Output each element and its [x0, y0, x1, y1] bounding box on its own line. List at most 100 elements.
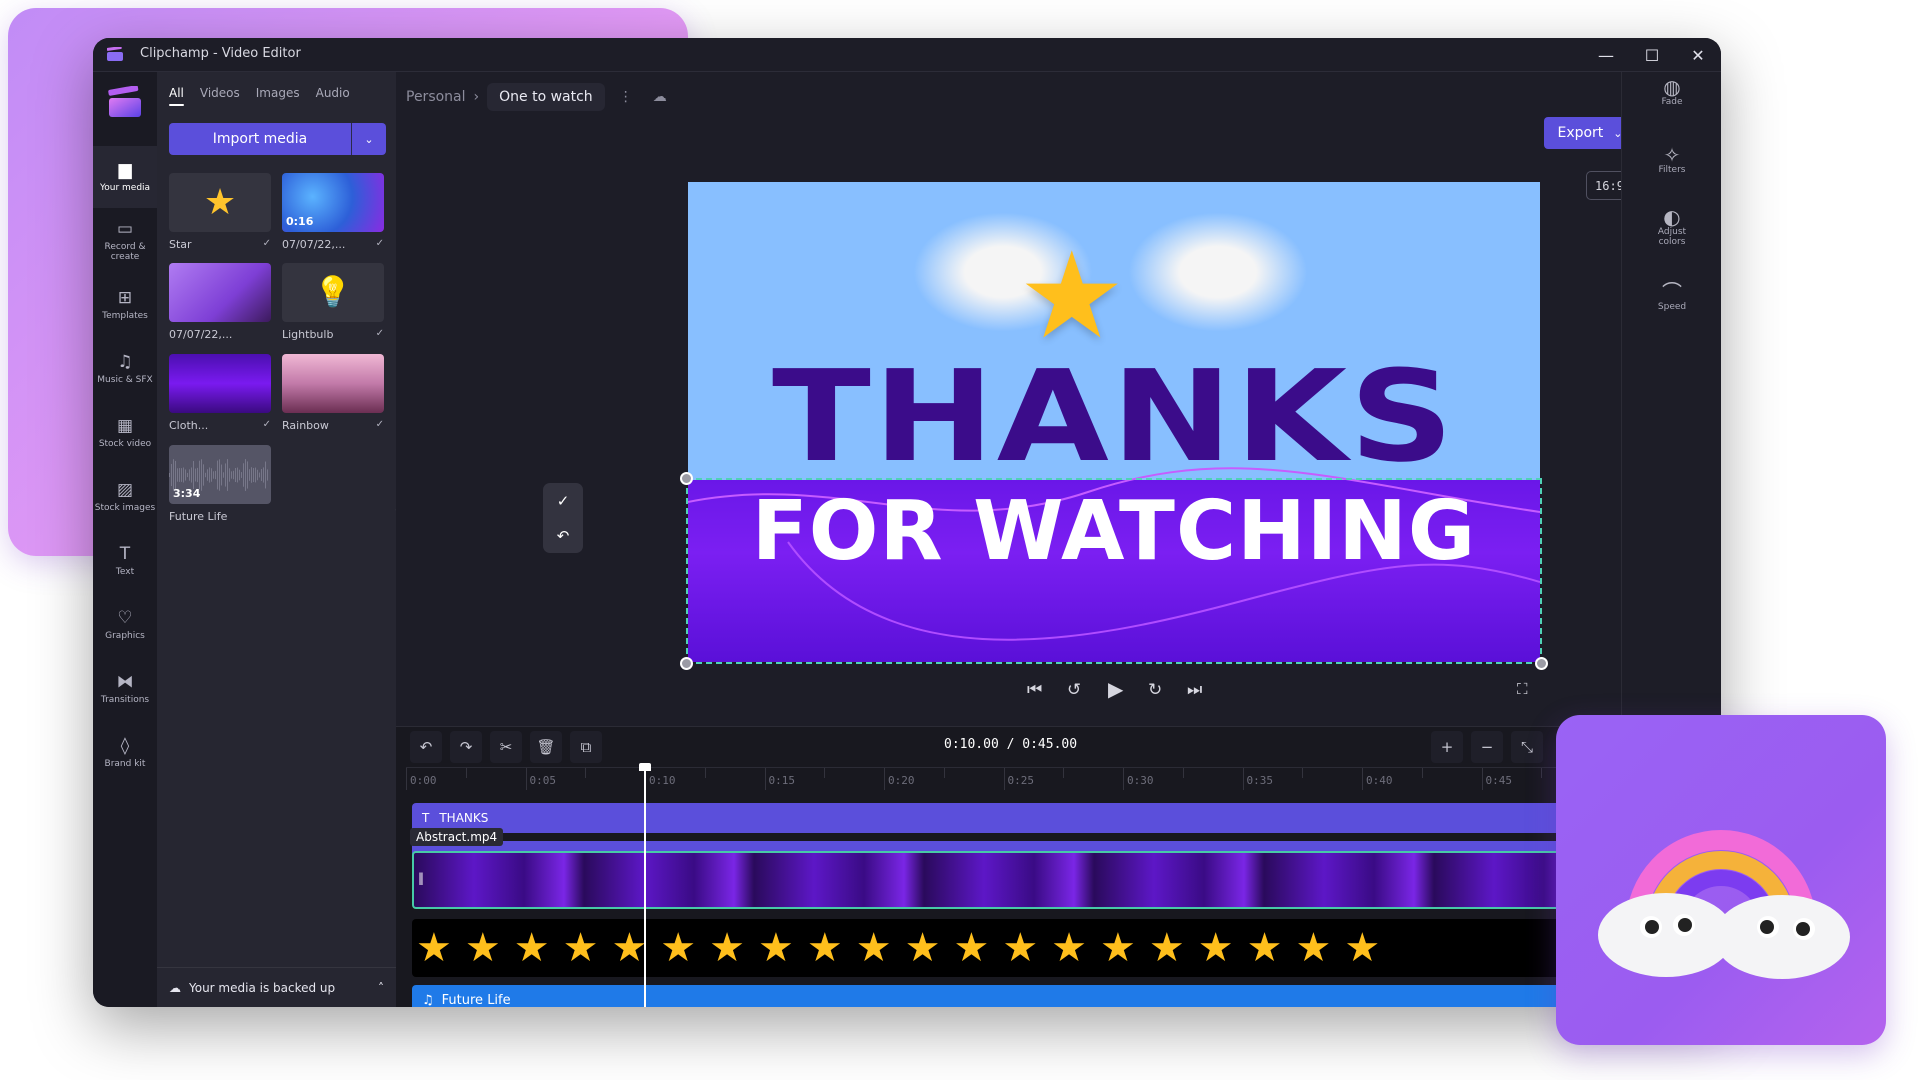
fade-icon: ◍: [1663, 75, 1681, 99]
star-frame: ★: [806, 925, 856, 971]
cloud-sync-icon[interactable]: ☁: [653, 89, 667, 105]
media-thumb-audio[interactable]: 3:34: [169, 445, 271, 504]
media-name: Star: [169, 238, 192, 251]
zoom-out-button[interactable]: −: [1471, 731, 1503, 763]
title-text-thanks[interactable]: THANKS: [688, 352, 1540, 482]
rail-item-label: Transitions: [100, 695, 150, 705]
media-thumb-lightbulb[interactable]: 💡: [282, 263, 384, 322]
timeline: ↶ ↷ ✂ 🗑 ⧉ 0:10.00 / 0:45.00 + − ⤡ 0:00 0:…: [396, 726, 1621, 1007]
redo-button[interactable]: ↷: [450, 731, 482, 763]
rail-item-record-create[interactable]: ▭ Record & create: [93, 210, 157, 272]
undo-button[interactable]: ↶: [410, 731, 442, 763]
undo-icon[interactable]: ↶: [557, 527, 570, 545]
waveform-bar: [209, 467, 210, 483]
property-fade[interactable]: ◍ Fade: [1622, 75, 1721, 107]
fit-timeline-button[interactable]: ⤡: [1511, 731, 1543, 763]
backup-status-bar[interactable]: ☁ Your media is backed up ˄: [157, 967, 396, 1007]
rail-item-graphics[interactable]: ♡ Graphics: [93, 594, 157, 656]
rewind-5-icon[interactable]: ↺: [1067, 680, 1081, 700]
timeline-ruler[interactable]: 0:00 0:05 0:10 0:15 0:20 0:25 0:30 0:35 0:40 0:45: [406, 767, 1621, 792]
star-sticker[interactable]: ★: [1018, 237, 1126, 357]
maximize-button[interactable]: ☐: [1629, 38, 1675, 72]
ruler-label: 0:10: [649, 774, 676, 787]
rail-item-transitions[interactable]: ⧓ Transitions: [93, 658, 157, 720]
media-thumb-star[interactable]: ★: [169, 173, 271, 232]
rail-item-your-media[interactable]: ▆ Your media: [93, 146, 157, 208]
video-preview-canvas[interactable]: THANKS ★ FOR WATCHING: [688, 182, 1540, 662]
media-thumb-video-2[interactable]: [169, 263, 271, 322]
breadcrumb-root[interactable]: Personal: [406, 89, 466, 105]
media-thumb-rainbow[interactable]: [282, 354, 384, 413]
camera-icon: ▭: [116, 219, 134, 239]
import-options-chevron-icon[interactable]: ⌄: [352, 123, 386, 155]
waveform-bar: [261, 469, 262, 481]
rail-item-templates[interactable]: ⊞ Templates: [93, 274, 157, 336]
video-track-abstract[interactable]: ‖: [412, 851, 1621, 909]
delete-button[interactable]: 🗑: [530, 731, 562, 763]
ruler-tick: [1123, 768, 1124, 790]
media-item-label: 07/07/22,...: [169, 328, 271, 341]
text-icon: T: [119, 544, 131, 564]
title-text-for-watching[interactable]: FOR WATCHING: [688, 482, 1540, 582]
chevron-up-icon[interactable]: ˄: [378, 981, 384, 995]
skip-to-start-icon[interactable]: ⏮: [1027, 680, 1042, 700]
check-icon[interactable]: ✓: [557, 492, 570, 510]
playhead[interactable]: [639, 763, 651, 1007]
star-frame: ★: [513, 925, 563, 971]
media-tabs: All Videos Images Audio: [169, 86, 350, 106]
rail-item-label: Your media: [99, 183, 151, 193]
breadcrumb-separator-icon: ›: [473, 89, 480, 105]
text-track-thanks[interactable]: T THANKS: [412, 803, 1621, 833]
tab-all[interactable]: All: [169, 86, 184, 106]
tab-videos[interactable]: Videos: [200, 86, 240, 106]
media-name: Cloth...: [169, 419, 209, 432]
skip-to-end-icon[interactable]: ⏭: [1187, 680, 1202, 700]
rail-item-stock-video[interactable]: ▦ Stock video: [93, 402, 157, 464]
close-button[interactable]: ✕: [1675, 38, 1721, 72]
timeline-toolbar: ↶ ↷ ✂ 🗑 ⧉ 0:10.00 / 0:45.00 + − ⤡: [396, 727, 1621, 763]
star-frame: ★: [1246, 925, 1296, 971]
fullscreen-icon[interactable]: ⛶: [1517, 680, 1528, 698]
tab-audio[interactable]: Audio: [316, 86, 350, 106]
audio-track-future-life[interactable]: ♫ Future Life: [412, 985, 1621, 1007]
rail-item-brand-kit[interactable]: ◊ Brand kit: [93, 722, 157, 784]
left-nav-rail: ▆ Your media ▭ Record & create ⊞ Templates ♫ Mu…: [93, 72, 157, 1007]
music-note-icon: ♫: [422, 992, 434, 1008]
more-options-icon[interactable]: ⋮: [619, 89, 633, 105]
property-adjust-colors[interactable]: ◐ Adjust colors: [1622, 207, 1721, 247]
app-logo-icon: [108, 86, 141, 117]
minimize-button[interactable]: —: [1583, 38, 1629, 72]
ruler-tick: [764, 768, 766, 790]
project-name-field[interactable]: One to watch: [487, 83, 605, 111]
waveform-bar: [263, 467, 264, 483]
title-bar: Clipchamp - Video Editor — ☐ ✕: [93, 38, 1721, 72]
waveform-bar: [265, 461, 266, 489]
ruler-label: 0:25: [1007, 774, 1035, 787]
rail-item-text[interactable]: T Text: [93, 530, 157, 592]
split-scissors-button[interactable]: ✂: [490, 731, 522, 763]
sticker-track-star[interactable]: ★★★★★★★★★★★★★★★★★★★★: [412, 919, 1621, 977]
star-frame: ★: [1002, 925, 1052, 971]
import-media-button[interactable]: Import media: [169, 123, 352, 155]
ruler-tick: [1003, 768, 1005, 790]
property-label: Speed: [1657, 302, 1687, 312]
media-thumb-video[interactable]: 0:16: [282, 173, 384, 232]
add-to-timeline-button[interactable]: ⧉: [570, 731, 602, 763]
play-icon[interactable]: ▶: [1108, 677, 1123, 701]
media-thumb-cloth[interactable]: [169, 354, 271, 413]
export-label: Export: [1557, 125, 1604, 141]
trim-handle-icon[interactable]: ‖: [418, 871, 424, 885]
property-speed[interactable]: ⌒ Speed: [1622, 282, 1721, 312]
waveform-bar: [211, 468, 212, 482]
tab-images[interactable]: Images: [256, 86, 300, 106]
rail-item-stock-images[interactable]: ▨ Stock images: [93, 466, 157, 528]
waveform-bar: [195, 468, 196, 482]
forward-5-icon[interactable]: ↻: [1148, 680, 1162, 700]
property-filters[interactable]: ✧ Filters: [1622, 145, 1721, 175]
waveform-bar: [215, 470, 216, 480]
waveform-bar: [203, 464, 204, 486]
rail-item-music-sfx[interactable]: ♫ Music & SFX: [93, 338, 157, 400]
zoom-in-button[interactable]: +: [1431, 731, 1463, 763]
media-item-label: Lightbulb ✓: [282, 328, 384, 341]
waveform-bar: [181, 468, 182, 482]
